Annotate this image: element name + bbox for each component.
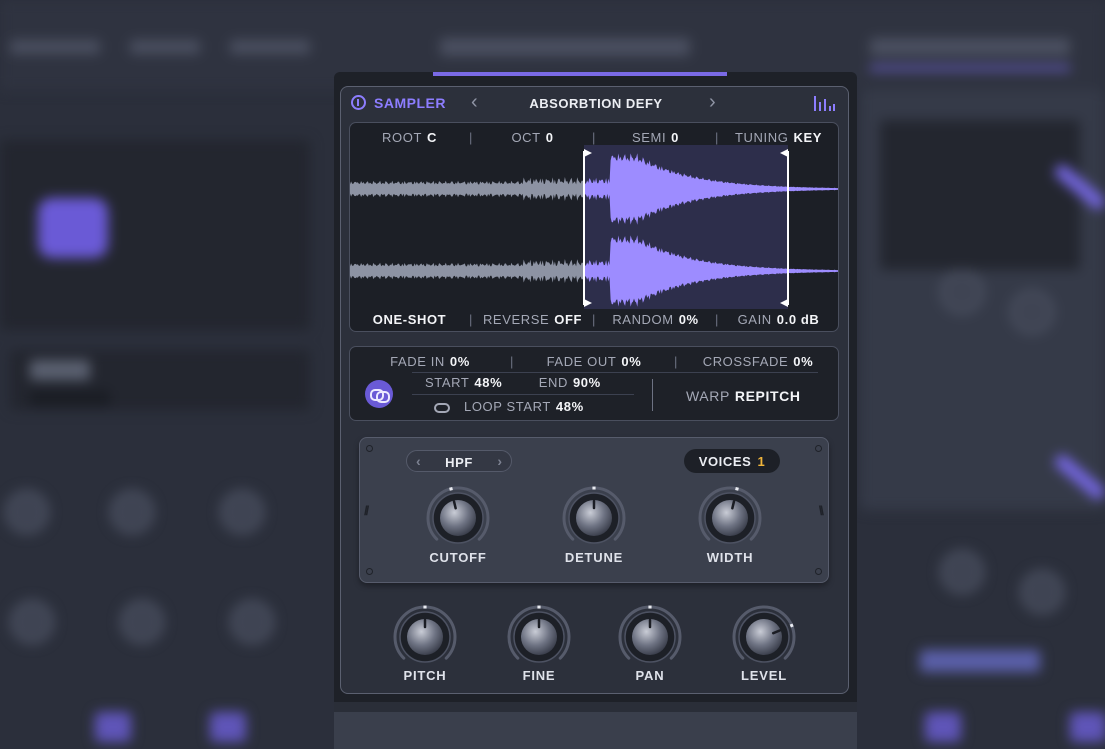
divider <box>412 372 818 373</box>
divider <box>412 394 634 395</box>
sampler-frame: SAMPLER ‹ ABSORBTION DEFY › ROOT C | OCT 0… <box>340 86 849 694</box>
next-preset-button[interactable]: › <box>709 91 716 114</box>
footer-strip <box>334 702 857 712</box>
voices-control[interactable]: VOICES 1 <box>684 449 780 473</box>
fine-knob[interactable] <box>506 604 572 670</box>
detune-knob[interactable] <box>561 485 627 551</box>
sample-display: ROOT C | OCT 0 | SEMI 0 | TUNING KEY ONE-SHO… <box>349 122 839 332</box>
fade-row: FADE IN 0% | FADE OUT 0% | CROSSFADE 0% <box>350 351 838 371</box>
grip-handle: // <box>364 503 369 518</box>
crossfade-control[interactable]: CROSSFADE 0% <box>678 354 838 369</box>
chevron-right-icon[interactable]: › <box>497 453 502 469</box>
fade-in-control[interactable]: FADE IN 0% <box>350 354 510 369</box>
width-label: WIDTH <box>706 550 754 565</box>
pan-label: PAN <box>635 668 665 683</box>
pitch-knob[interactable] <box>392 604 458 670</box>
end-control[interactable]: END 90% <box>539 375 601 390</box>
grip-handle: \\ <box>818 503 824 518</box>
filter-section: // \\ ‹ HPF › VOICES 1 CUTOFF DETUNE WIDT… <box>359 437 829 583</box>
cutoff-label: CUTOFF <box>429 550 487 565</box>
root-control[interactable]: ROOT C <box>350 130 469 145</box>
screw <box>366 445 373 452</box>
start-control[interactable]: START 48% <box>425 375 502 390</box>
module-title: SAMPLER <box>374 95 446 111</box>
screw <box>366 568 373 575</box>
link-icon[interactable] <box>365 380 393 408</box>
gain-control[interactable]: GAIN 0.0 dB <box>719 312 838 327</box>
screw <box>815 445 822 452</box>
warp-control[interactable]: WARP REPITCH <box>686 388 801 404</box>
pitch-label: PITCH <box>403 668 447 683</box>
fine-label: FINE <box>522 668 556 683</box>
preset-name[interactable]: ABSORBTION DEFY <box>491 96 701 111</box>
fade-loop-panel: FADE IN 0% | FADE OUT 0% | CROSSFADE 0% STA… <box>349 346 839 421</box>
divider <box>652 379 653 411</box>
level-knob[interactable] <box>731 604 797 670</box>
random-control[interactable]: RANDOM 0% <box>596 312 715 327</box>
fade-out-control[interactable]: FADE OUT 0% <box>514 354 674 369</box>
playback-row: ONE-SHOT | REVERSE OFF | RANDOM 0% | GAIN 0… <box>350 309 838 329</box>
sampler-header: SAMPLER ‹ ABSORBTION DEFY › <box>341 87 848 119</box>
start-end-row: START 48% END 90% <box>425 375 601 390</box>
power-icon[interactable] <box>351 95 366 110</box>
sampler-plugin: SAMPLER ‹ ABSORBTION DEFY › ROOT C | OCT 0… <box>334 72 857 749</box>
detune-label: DETUNE <box>564 550 624 565</box>
loop-start-control[interactable]: LOOP START 48% <box>434 399 584 414</box>
pan-knob[interactable] <box>617 604 683 670</box>
prev-preset-button[interactable]: ‹ <box>471 91 478 114</box>
width-knob[interactable] <box>697 485 763 551</box>
tuning-row: ROOT C | OCT 0 | SEMI 0 | TUNING KEY <box>350 127 838 147</box>
mode-control[interactable]: ONE-SHOT <box>350 312 469 327</box>
oct-control[interactable]: OCT 0 <box>473 130 592 145</box>
active-tab-indicator <box>433 72 727 76</box>
loop-icon <box>434 402 450 413</box>
filter-type-selector[interactable]: ‹ HPF › <box>406 450 512 472</box>
screw <box>815 568 822 575</box>
waveform-menu-icon[interactable] <box>814 96 836 111</box>
cutoff-knob[interactable] <box>425 485 491 551</box>
level-label: LEVEL <box>741 668 787 683</box>
footer-tabs <box>334 712 857 749</box>
tuning-control[interactable]: TUNING KEY <box>719 130 838 145</box>
semi-control[interactable]: SEMI 0 <box>596 130 715 145</box>
reverse-control[interactable]: REVERSE OFF <box>473 312 592 327</box>
waveform-view[interactable] <box>350 145 839 309</box>
